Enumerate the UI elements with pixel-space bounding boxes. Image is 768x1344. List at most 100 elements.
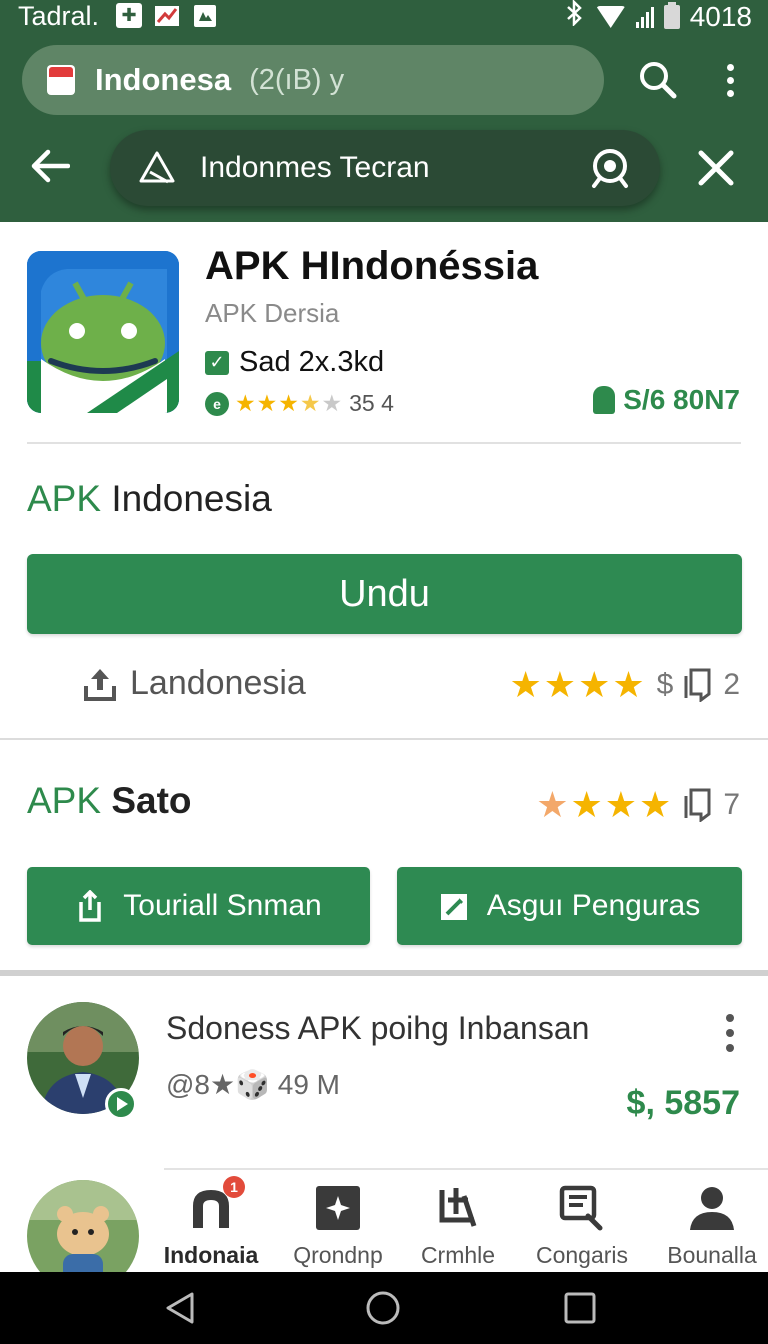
back-nav-icon[interactable] xyxy=(162,1290,198,1326)
share-link[interactable]: Landonesia xyxy=(82,664,306,703)
signal-icon xyxy=(635,6,654,28)
verified-check-icon: ✓ xyxy=(205,350,229,375)
system-navigation-bar xyxy=(0,1272,768,1344)
app-size-text: S/6 80N7 xyxy=(623,384,740,415)
nav-label: Indonaia xyxy=(163,1242,259,1268)
share-icon xyxy=(79,890,102,922)
chart-icon xyxy=(154,3,180,28)
site-favicon-icon xyxy=(47,65,75,95)
share-label: Landonesia xyxy=(130,664,306,702)
guide-button-label: Asguı Penguras xyxy=(486,889,701,922)
section-divider xyxy=(0,738,768,740)
status-bar: Tadral. ✚ 4018 xyxy=(0,0,768,34)
list-item-subtitle: @8★🎲 49 M xyxy=(166,1069,340,1100)
address-subtitle: (2(ıB) y xyxy=(249,63,345,96)
main-content: APK HIndonéssia APK Dersia ✓ Sad 2x.3kd … xyxy=(0,222,768,1272)
sato-section-title: APK Sato xyxy=(27,780,192,822)
back-button[interactable] xyxy=(22,138,78,194)
battery-icon xyxy=(663,1,680,29)
divider xyxy=(164,1168,768,1170)
avatar xyxy=(27,1180,139,1272)
upload-icon xyxy=(84,668,116,701)
rating-stars: ★★★★ xyxy=(509,664,647,705)
title-text: Sato xyxy=(101,780,192,821)
rating-symbol: $ xyxy=(656,668,674,701)
divider xyxy=(27,442,741,444)
app-meta-text: Sad 2x.3kd xyxy=(239,346,385,378)
section-divider xyxy=(0,970,768,976)
list-item[interactable]: Sdoness APK poihg Inbansan @8★🎲 49 M $, … xyxy=(0,978,768,1178)
plus-icon: ✚ xyxy=(116,3,142,28)
nav-label: Congaris xyxy=(535,1242,629,1268)
close-button[interactable] xyxy=(688,140,744,196)
download-section-title: APK Indonesia xyxy=(27,478,272,520)
app-icon[interactable] xyxy=(27,251,179,413)
arrow-back-icon xyxy=(31,149,70,183)
tutorial-button-label: Touriall Snman xyxy=(123,889,322,922)
comment-icon xyxy=(684,668,711,702)
wifi-icon xyxy=(596,6,626,28)
rating-stars: ★★★★★ xyxy=(235,390,344,416)
app-title: APK HIndonéssia xyxy=(205,244,539,288)
comment-count: 2 xyxy=(723,668,740,701)
triangle-filter-icon xyxy=(139,151,175,184)
sparkle-icon xyxy=(314,1184,362,1232)
nav-item-profile[interactable]: Bounalla xyxy=(664,1184,760,1269)
badge-icon: e xyxy=(205,391,229,416)
list-item-price: $, 5857 xyxy=(626,1084,740,1122)
search-doc-icon xyxy=(558,1184,606,1232)
search-button[interactable] xyxy=(630,52,686,108)
bluetooth-icon xyxy=(564,0,586,33)
app-developer[interactable]: APK Dersia xyxy=(205,298,339,329)
status-system-icons: 4018 xyxy=(564,0,752,33)
notification-badge: 1 xyxy=(223,1176,245,1198)
comment-icon xyxy=(684,788,711,822)
guide-button[interactable]: Asguı Penguras xyxy=(397,867,742,945)
edit-icon xyxy=(440,894,467,920)
title-text: Indonesia xyxy=(101,478,272,519)
nav-item-tools[interactable]: Crmhle xyxy=(416,1184,500,1269)
rating-value: 35 4 xyxy=(349,390,394,416)
status-notification-icons: ✚ xyxy=(116,3,218,28)
home-icon: 1 xyxy=(187,1176,245,1232)
search-query: Indonmes Tecran xyxy=(200,151,430,184)
nav-item-discover[interactable]: Qrondnp xyxy=(290,1184,386,1269)
app-header: APK HIndonéssia APK Dersia ✓ Sad 2x.3kd … xyxy=(0,222,768,444)
nav-label: Bounalla xyxy=(667,1242,757,1268)
search-icon xyxy=(640,62,677,99)
home-nav-icon[interactable] xyxy=(365,1290,401,1326)
lens-icon[interactable] xyxy=(588,146,632,190)
search-row: Indonmes Tecran xyxy=(0,128,768,208)
app-meta: ✓ Sad 2x.3kd xyxy=(205,346,384,379)
nav-item-home[interactable]: 1 Indonaia xyxy=(163,1176,259,1269)
title-brand: APK xyxy=(27,780,102,821)
profile-icon xyxy=(688,1184,736,1232)
address-title: Indonesa xyxy=(95,62,232,97)
photo-icon xyxy=(192,3,218,28)
sato-rating: ★★★★ 7 xyxy=(536,784,740,826)
comment-count: 7 xyxy=(723,788,740,821)
more-vert-icon[interactable] xyxy=(726,1014,734,1052)
list-item-title: Sdoness APK poihg Inbansan xyxy=(166,1010,590,1046)
download-button[interactable]: Undu xyxy=(27,554,742,634)
app-rating: e ★★★★★ 35 4 xyxy=(205,390,394,417)
nav-label: Crmhle xyxy=(420,1242,496,1268)
more-vert-icon xyxy=(726,63,734,97)
overflow-menu-button[interactable] xyxy=(702,52,758,108)
nav-label: Qrondnp xyxy=(293,1242,383,1268)
recents-nav-icon[interactable] xyxy=(562,1290,598,1326)
nav-item-compare[interactable]: Congaris xyxy=(532,1184,632,1269)
title-brand: APK xyxy=(27,478,102,519)
tools-icon xyxy=(434,1184,482,1232)
close-icon xyxy=(698,150,734,186)
play-badge-icon xyxy=(105,1088,137,1120)
bottom-navigation: 1 Indonaia Qrondnp Crmhle Congaris Bouna… xyxy=(150,1174,768,1272)
address-bar[interactable]: Indonesa (2(ıB) y xyxy=(22,45,604,115)
clock: 4018 xyxy=(689,0,752,32)
rating-stars: ★★★★ xyxy=(536,784,674,825)
search-field[interactable]: Indonmes Tecran xyxy=(110,130,660,206)
app-top-bar: Tadral. ✚ 4018 Indonesa (2(ıB) y Indonme… xyxy=(0,0,768,222)
carrier-label: Tadral. xyxy=(18,1,100,31)
tutorial-button[interactable]: Touriall Snman xyxy=(27,867,370,945)
app-size: S/6 80N7 xyxy=(593,384,740,416)
